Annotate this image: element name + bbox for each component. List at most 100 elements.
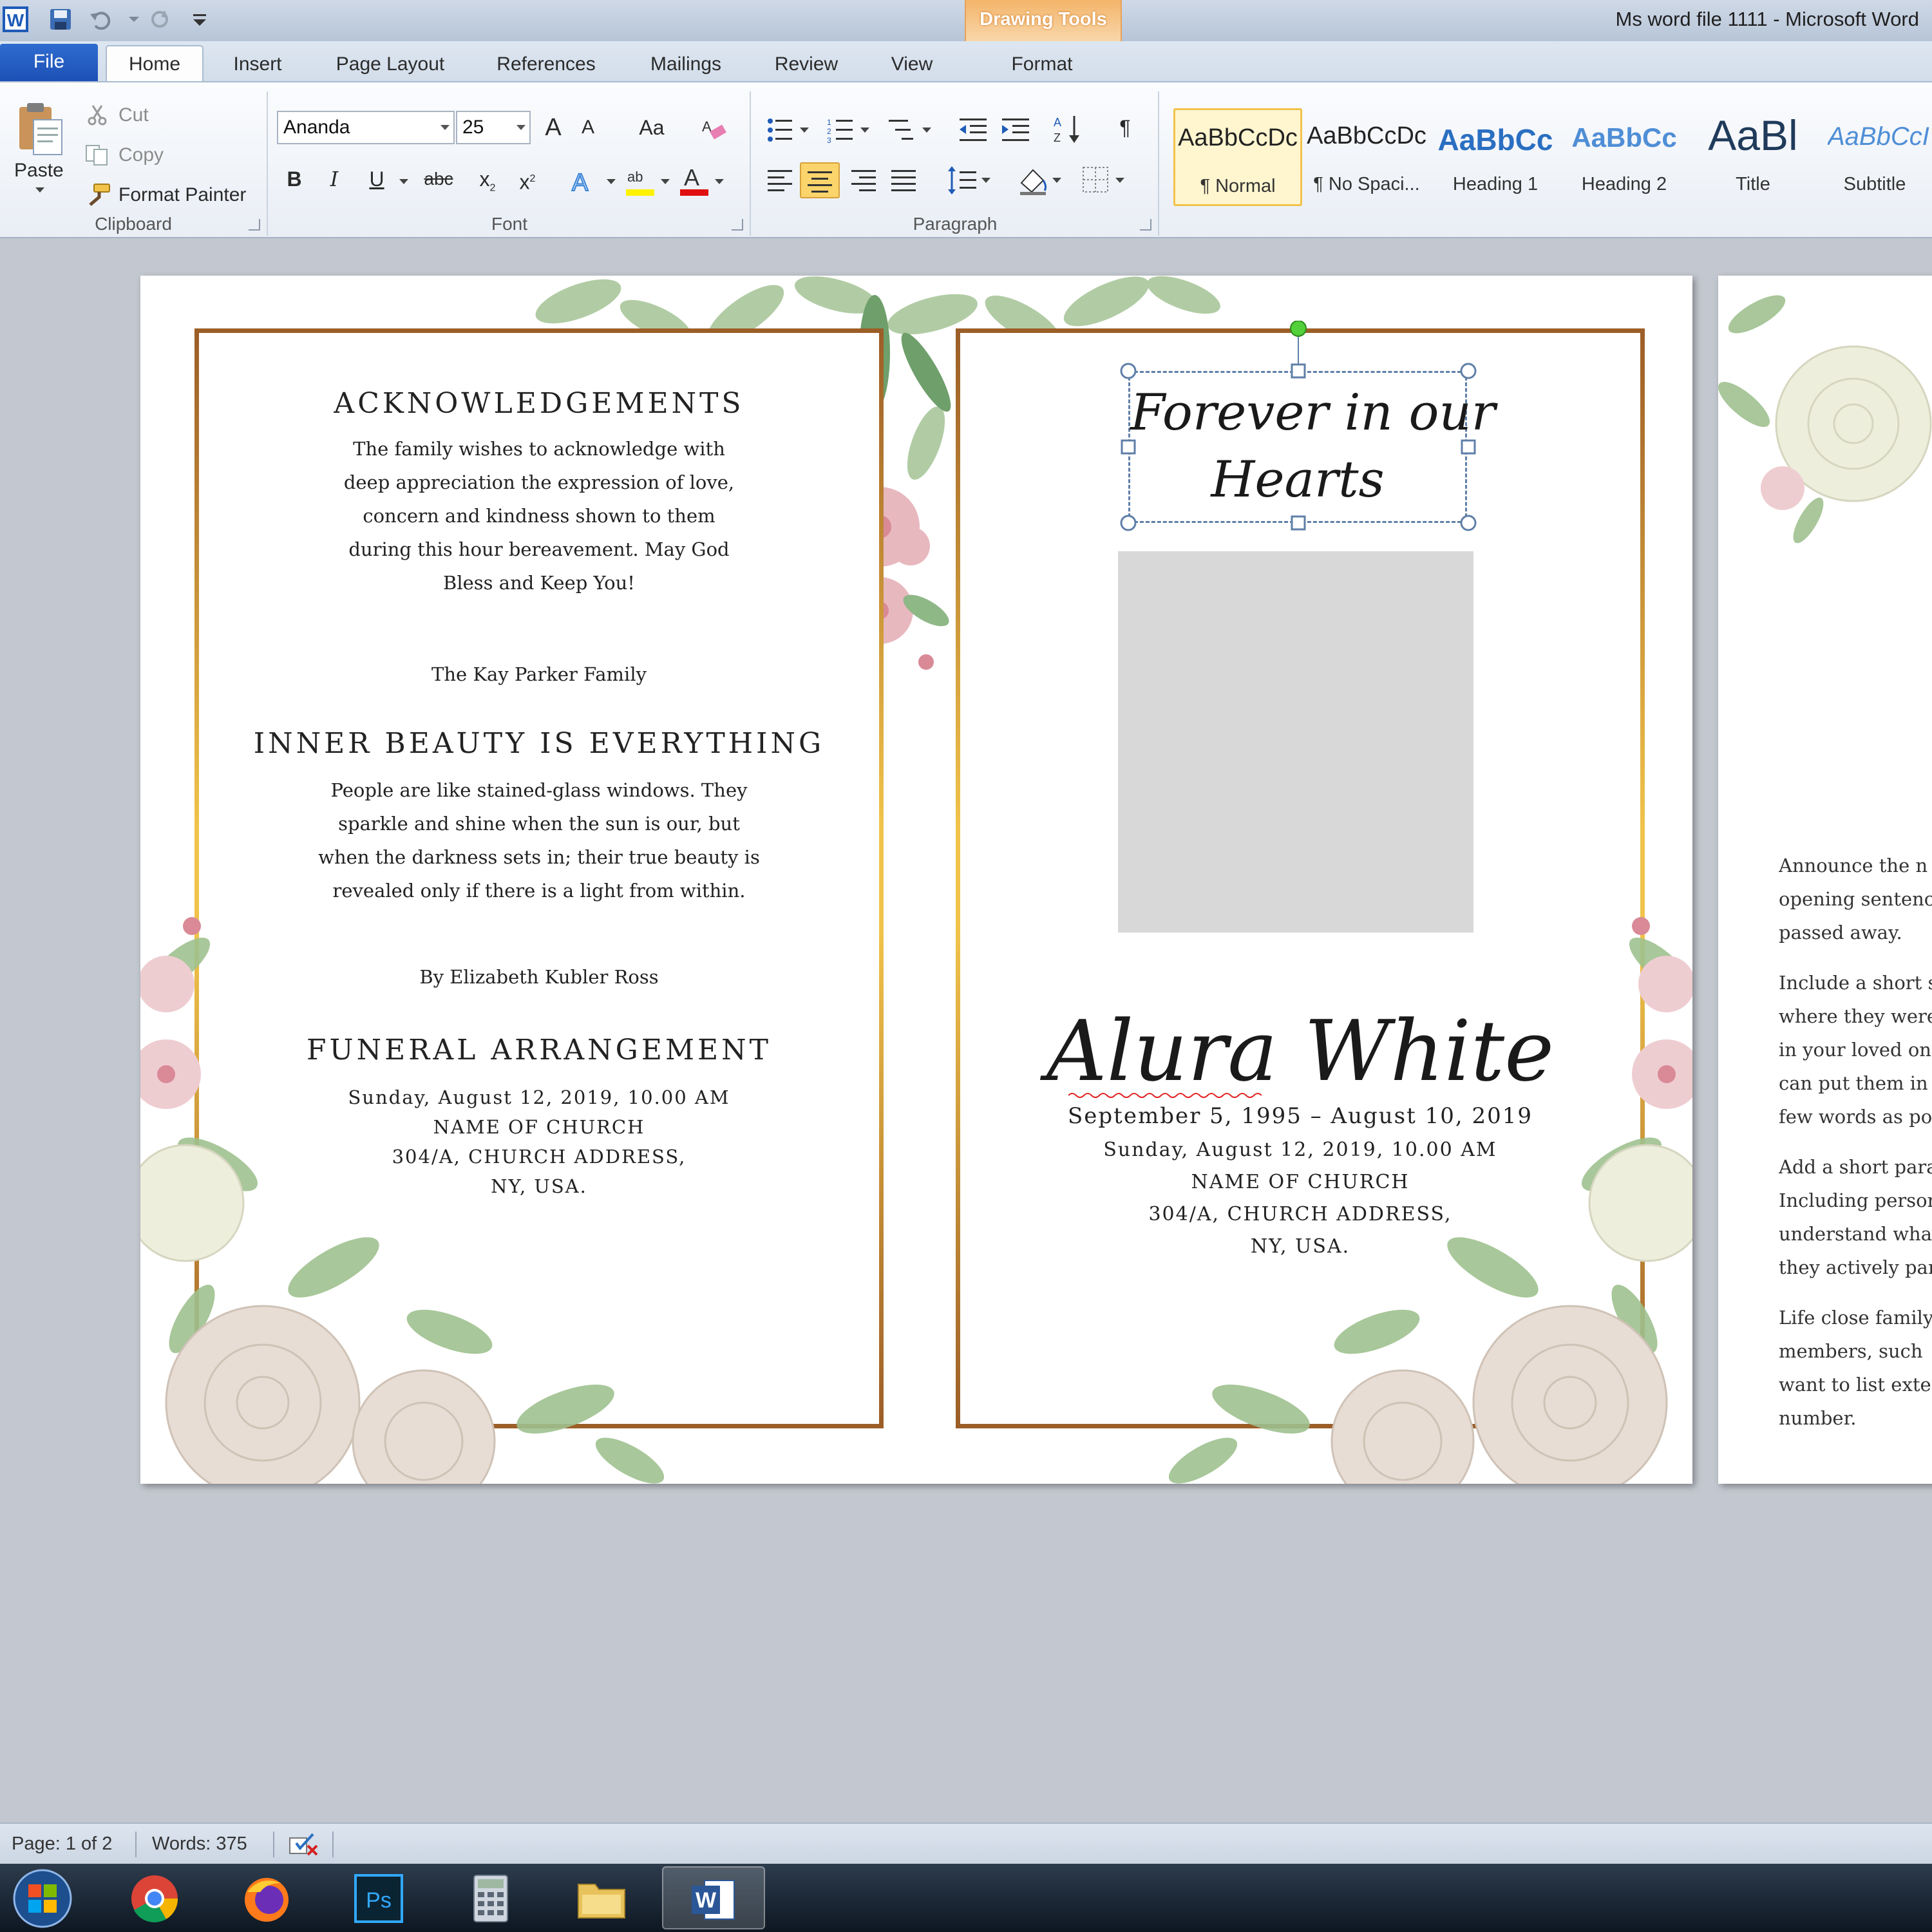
subscript-button[interactable]: x2 <box>470 162 505 196</box>
font-color-dropdown-icon[interactable] <box>714 178 725 185</box>
page-count-status[interactable]: Page: 1 of 2 <box>12 1824 112 1864</box>
shading-icon[interactable] <box>1018 165 1064 196</box>
superscript-button[interactable]: x2 <box>510 162 545 196</box>
clipboard-group-label: Clipboard <box>95 214 172 234</box>
font-size-combo[interactable]: 25 <box>456 111 531 144</box>
align-right-icon[interactable] <box>850 167 878 193</box>
underline-button[interactable]: U <box>359 162 394 196</box>
page2-line: Add a short parag <box>1779 1156 1932 1178</box>
taskbar-calculator[interactable] <box>440 1866 544 1929</box>
format-painter-button[interactable]: Format Painter <box>118 184 246 206</box>
undo-dropdown-icon[interactable] <box>120 5 148 33</box>
tab-mailings[interactable]: Mailings <box>638 46 734 82</box>
tab-home[interactable]: Home <box>106 45 204 84</box>
shrink-font-button[interactable]: A <box>571 111 605 144</box>
page2-line: want to list exte <box>1779 1374 1931 1396</box>
numbering-icon[interactable]: 123 <box>827 117 872 143</box>
word-count-status[interactable]: Words: 375 <box>152 1824 247 1864</box>
redo-icon[interactable] <box>146 5 174 33</box>
line-spacing-icon[interactable] <box>947 165 993 196</box>
highlight-icon[interactable]: ab <box>625 165 656 197</box>
bold-button[interactable]: B <box>277 162 312 196</box>
tab-view[interactable]: View <box>880 46 944 82</box>
font-name-combo[interactable]: Ananda <box>277 111 455 144</box>
taskbar-word[interactable]: W <box>662 1866 765 1929</box>
text-line: concern and kindness shown to them <box>363 505 715 527</box>
underline-dropdown-icon[interactable] <box>398 178 410 185</box>
clear-formatting-icon[interactable]: A <box>697 115 729 143</box>
floral-bottom-right-decoration <box>1168 917 1692 1484</box>
multilevel-list-icon[interactable] <box>887 117 934 143</box>
text-effects-dropdown-icon[interactable] <box>605 178 617 185</box>
tab-references[interactable]: References <box>483 46 609 82</box>
customize-qat-icon[interactable] <box>185 5 214 33</box>
justify-icon[interactable] <box>890 167 918 193</box>
textbox-selection-handles[interactable] <box>1118 321 1479 533</box>
taskbar-firefox[interactable] <box>216 1866 319 1929</box>
bullets-icon[interactable] <box>766 117 811 143</box>
font-color-icon[interactable]: A <box>679 164 710 197</box>
paste-dropdown-icon[interactable] <box>33 185 46 194</box>
style-heading-2[interactable]: AaBbCc Heading 2 <box>1560 108 1689 206</box>
page2-line: Announce the n <box>1779 855 1928 876</box>
show-formatting-button[interactable]: ¶ <box>1108 111 1142 144</box>
taskbar-chrome[interactable] <box>104 1866 207 1929</box>
style-no-spacing[interactable]: AaBbCcDc ¶ No Spaci... <box>1302 108 1431 206</box>
styles-gallery: AaBbCcDc ¶ Normal AaBbCcDc ¶ No Spaci...… <box>1160 91 1932 236</box>
tab-insert[interactable]: Insert <box>220 46 295 82</box>
clipboard-dialog-launcher[interactable] <box>249 219 260 231</box>
document-page-1[interactable]: ACKNOWLEDGEMENTS The family wishes to ac… <box>140 276 1692 1484</box>
style-title[interactable]: AaBl Title <box>1689 108 1817 206</box>
copy-button[interactable]: Copy <box>118 144 164 166</box>
font-dialog-launcher[interactable] <box>732 219 743 231</box>
superscript-icon: x <box>519 170 530 194</box>
clipboard-group: Paste Cut Copy Format Painter Clipboard <box>0 91 268 236</box>
floral-bottom-left-decoration <box>140 917 665 1484</box>
font-name-dropdown-icon[interactable] <box>440 125 450 130</box>
cut-button[interactable]: Cut <box>118 104 149 126</box>
undo-icon[interactable] <box>86 5 115 33</box>
tab-file[interactable]: File <box>0 44 98 82</box>
photo-placeholder[interactable] <box>1118 551 1473 933</box>
tab-format[interactable]: Format <box>997 46 1087 82</box>
strikethrough-button[interactable]: abc <box>416 162 461 196</box>
drawing-tools-label: Drawing Tools <box>980 9 1107 30</box>
page2-line: Include a short s <box>1779 972 1932 994</box>
svg-text:1: 1 <box>827 118 831 127</box>
text-effects-icon[interactable]: A <box>569 167 599 196</box>
style-subtitle[interactable]: AaBbCcI Subtitle <box>1817 108 1932 206</box>
save-icon[interactable] <box>46 5 75 33</box>
decrease-indent-icon[interactable] <box>957 117 989 143</box>
family-signature: The Kay Parker Family <box>431 663 647 685</box>
word-app-icon[interactable]: W <box>1 5 30 33</box>
grow-font-button[interactable]: A <box>536 111 571 144</box>
page2-line: in your loved on <box>1779 1039 1931 1061</box>
proofing-icon[interactable] <box>287 1832 321 1857</box>
tab-review[interactable]: Review <box>762 46 850 82</box>
start-orb-icon[interactable] <box>6 1868 79 1929</box>
taskbar-photoshop[interactable]: Ps <box>328 1866 431 1929</box>
tab-page-layout[interactable]: Page Layout <box>319 46 461 82</box>
taskbar-file-explorer[interactable] <box>551 1866 654 1929</box>
paste-button[interactable]: Paste <box>14 160 64 182</box>
style-no-spacing-name: ¶ No Spaci... <box>1313 174 1420 194</box>
borders-icon[interactable] <box>1081 165 1127 196</box>
document-page-2[interactable]: Announce the n opening sentenc passed aw… <box>1718 276 1932 1484</box>
format-painter-icon <box>89 184 110 206</box>
grow-font-icon: A <box>545 114 562 141</box>
highlight-dropdown-icon[interactable] <box>659 178 671 185</box>
paste-icon[interactable] <box>15 100 67 158</box>
font-size-dropdown-icon[interactable] <box>516 125 526 130</box>
style-normal[interactable]: AaBbCcDc ¶ Normal <box>1173 108 1302 206</box>
style-heading-2-sample: AaBbCc <box>1571 122 1677 153</box>
sort-icon[interactable]: AZ <box>1052 113 1084 146</box>
align-center-button[interactable] <box>800 162 840 198</box>
paragraph-dialog-launcher[interactable] <box>1140 219 1151 231</box>
change-case-button[interactable]: Aa <box>629 111 675 144</box>
style-heading-1[interactable]: AaBbCc Heading 1 <box>1431 108 1560 206</box>
italic-button[interactable]: I <box>317 162 352 196</box>
increase-indent-icon[interactable] <box>999 117 1032 143</box>
style-heading-1-name: Heading 1 <box>1452 174 1539 194</box>
svg-text:2: 2 <box>827 127 831 136</box>
align-left-icon[interactable] <box>766 167 795 193</box>
